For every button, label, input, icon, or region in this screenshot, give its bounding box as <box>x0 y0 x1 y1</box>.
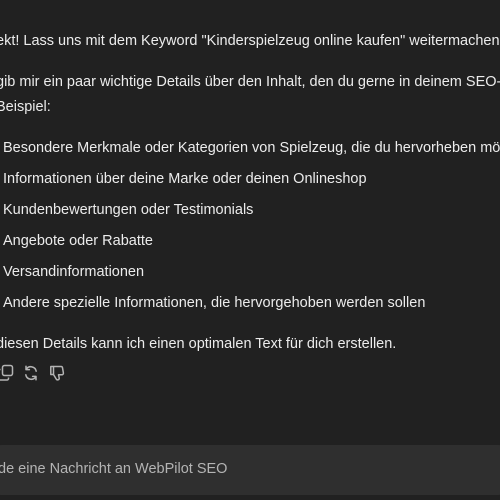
message-input[interactable] <box>0 445 478 493</box>
list-item: Angebote oder Rabatte <box>3 233 153 249</box>
message-intro-line-1: ekt! Lass uns mit dem Keyword "Kinderspi… <box>0 33 500 49</box>
message-outro: diesen Details kann ich einen optimalen … <box>0 336 397 352</box>
message-composer <box>0 445 500 495</box>
list-item: Andere spezielle Informationen, die herv… <box>3 295 426 311</box>
regenerate-icon[interactable] <box>22 364 40 382</box>
list-item: Kundenbewertungen oder Testimonials <box>3 202 254 218</box>
message-actions <box>0 364 80 384</box>
list-item: Informationen über deine Marke oder dein… <box>3 171 367 187</box>
copy-icon[interactable] <box>0 364 15 382</box>
list-item: Besondere Merkmale oder Kategorien von S… <box>3 140 500 156</box>
message-intro-line-2: gib mir ein paar wichtige Details über d… <box>0 74 500 90</box>
message-intro-line-3: Beispiel: <box>0 99 51 115</box>
list-item: Versandinformationen <box>3 264 145 280</box>
thumbs-down-icon[interactable] <box>48 364 66 382</box>
